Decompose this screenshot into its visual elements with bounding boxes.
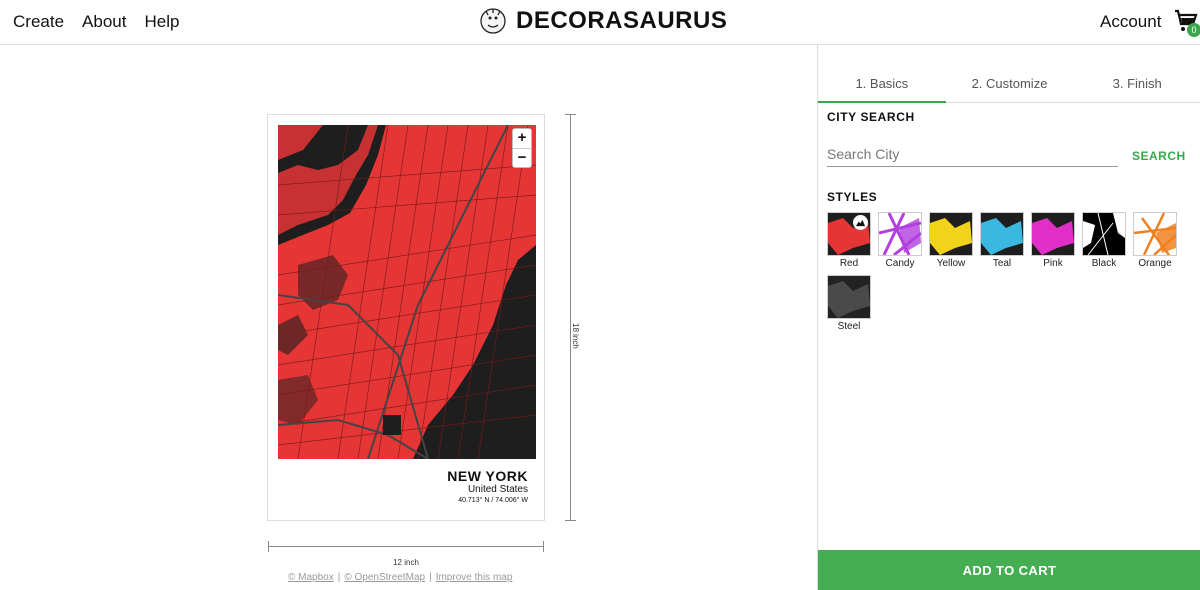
style-swatch-grid: Red Candy Yellow Teal Pink Black Orange …: [827, 212, 1197, 332]
city-search-heading: CITY SEARCH: [827, 110, 915, 124]
cart-count-badge: 0: [1187, 23, 1200, 37]
poster-city-name: NEW YORK: [447, 468, 528, 484]
style-swatch: [1031, 212, 1075, 256]
style-swatch: [1133, 212, 1177, 256]
poster-country: United States: [467, 484, 528, 495]
tab-basics[interactable]: 1. Basics: [818, 45, 946, 103]
map-image: [278, 125, 536, 459]
style-swatch: [827, 212, 871, 256]
style-option-orange[interactable]: Orange: [1133, 212, 1177, 269]
cart-button[interactable]: 0: [1174, 9, 1200, 37]
poster-coordinates: 40.713° N / 74.006° W: [458, 497, 528, 504]
attribution-separator: |: [337, 572, 341, 583]
map-attribution: © Mapbox | © OpenStreetMap | Improve this ma…: [288, 572, 512, 583]
height-dimension-line: [565, 114, 576, 521]
add-to-cart-button[interactable]: ADD TO CART: [818, 550, 1200, 590]
style-option-steel[interactable]: Steel: [827, 275, 871, 332]
style-label: Black: [1091, 258, 1117, 269]
style-option-pink[interactable]: Pink: [1031, 212, 1075, 269]
styles-heading: STYLES: [827, 190, 878, 204]
style-label: Pink: [1043, 258, 1063, 269]
selected-mountain-icon: [853, 215, 868, 230]
style-option-black[interactable]: Black: [1082, 212, 1126, 269]
style-label: Orange: [1138, 258, 1172, 269]
settings-panel: 1. Basics 2. Customize 3. Finish CITY SE…: [817, 45, 1200, 590]
zoom-out-button[interactable]: −: [513, 148, 531, 167]
width-dimension-label: 12 inch: [393, 558, 419, 567]
style-swatch: [980, 212, 1024, 256]
logo-text: DECORASAURUS: [516, 7, 728, 34]
city-search-input[interactable]: [827, 142, 1118, 167]
nav-about-link[interactable]: About: [82, 12, 126, 32]
main-nav: Create About Help: [13, 12, 197, 32]
height-dimension-label: 18 inch: [571, 323, 580, 349]
nav-help-link[interactable]: Help: [144, 12, 179, 32]
osm-attribution-link[interactable]: © OpenStreetMap: [344, 572, 425, 583]
improve-map-link[interactable]: Improve this map: [436, 572, 513, 583]
site-logo[interactable]: DECORASAURUS: [478, 6, 727, 36]
tab-customize[interactable]: 2. Customize: [946, 45, 1074, 102]
map-canvas[interactable]: + −: [278, 125, 536, 459]
style-label: Teal: [992, 258, 1012, 269]
style-option-teal[interactable]: Teal: [980, 212, 1024, 269]
style-option-yellow[interactable]: Yellow: [929, 212, 973, 269]
search-button[interactable]: SEARCH: [1132, 149, 1186, 163]
style-swatch: [827, 275, 871, 319]
attribution-separator: |: [429, 572, 432, 583]
style-label: Candy: [885, 258, 915, 269]
poster-preview-area: + − NEW YORK United States 40.713° N / 7…: [0, 45, 817, 590]
step-tabs: 1. Basics 2. Customize 3. Finish: [818, 45, 1200, 103]
account-link[interactable]: Account: [1100, 12, 1161, 32]
map-zoom-control: + −: [512, 128, 532, 168]
style-option-red[interactable]: Red: [827, 212, 871, 269]
style-swatch: [929, 212, 973, 256]
dinosaur-logo-icon: [480, 8, 506, 34]
style-option-candy[interactable]: Candy: [878, 212, 922, 269]
nav-create-link[interactable]: Create: [13, 12, 64, 32]
style-label: Red: [839, 258, 859, 269]
poster-frame: + − NEW YORK United States 40.713° N / 7…: [267, 114, 545, 521]
style-label: Steel: [837, 321, 861, 332]
mapbox-attribution-link[interactable]: © Mapbox: [288, 572, 334, 583]
tab-finish[interactable]: 3. Finish: [1073, 45, 1200, 102]
style-swatch: [878, 212, 922, 256]
style-label: Yellow: [936, 258, 966, 269]
style-swatch: [1082, 212, 1126, 256]
width-dimension-line: [268, 541, 544, 552]
top-header: Create About Help DECORASAURUS Account 0: [0, 0, 1200, 45]
zoom-in-button[interactable]: +: [513, 129, 531, 148]
